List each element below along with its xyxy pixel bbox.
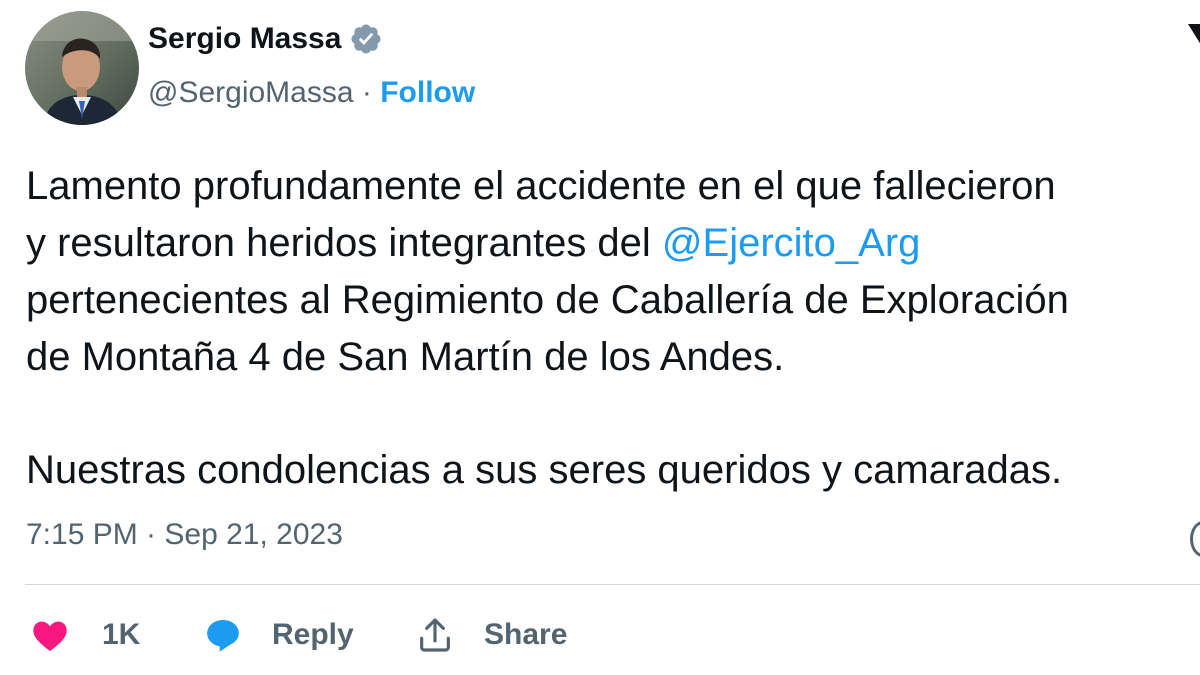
action-bar: 1K Reply Share — [0, 608, 1200, 662]
tweet-line: y resultaron heridos integrantes del @Ej… — [26, 215, 1200, 272]
share-upload-icon — [415, 615, 455, 655]
author-name[interactable]: Sergio Massa — [148, 22, 341, 56]
mention-link[interactable]: @Ejercito_Arg — [662, 221, 920, 265]
x-logo-icon[interactable] — [1180, 18, 1200, 78]
speech-bubble-icon — [203, 615, 243, 655]
heart-icon — [30, 615, 70, 655]
tweet-line: Nuestras condolencias a sus seres querid… — [26, 448, 1063, 492]
verified-badge-icon — [349, 22, 383, 56]
handle-row: @SergioMassa · Follow — [148, 76, 475, 110]
tweet-line: de Montaña 4 de San Martín de los Andes. — [26, 335, 785, 379]
like-button[interactable]: 1K — [30, 608, 140, 662]
tweet-line: pertenecientes al Regimiento de Caballer… — [26, 278, 1069, 322]
tweet-timestamp[interactable]: 7:15 PM · Sep 21, 2023 — [26, 518, 343, 552]
separator-dot: · — [361, 76, 372, 109]
author-handle[interactable]: @SergioMassa — [148, 76, 354, 109]
divider — [25, 584, 1200, 585]
tweet-body: Lamento profundamente el accidente en el… — [26, 158, 1200, 499]
follow-button[interactable]: Follow — [380, 76, 475, 109]
info-icon[interactable] — [1190, 521, 1200, 557]
reply-label: Reply — [272, 618, 354, 651]
reply-button[interactable]: Reply — [203, 608, 354, 662]
share-label: Share — [484, 618, 568, 651]
tweet-line: Lamento profundamente el accidente en el… — [26, 164, 1056, 208]
tweet-text-segment: y resultaron heridos integrantes del — [26, 221, 662, 265]
avatar[interactable] — [25, 11, 139, 125]
author-name-row[interactable]: Sergio Massa — [148, 22, 383, 56]
tweet-card: Sergio Massa @SergioMassa · Follow Lamen… — [0, 0, 1200, 675]
share-button[interactable]: Share — [415, 608, 567, 662]
like-count: 1K — [102, 618, 141, 651]
